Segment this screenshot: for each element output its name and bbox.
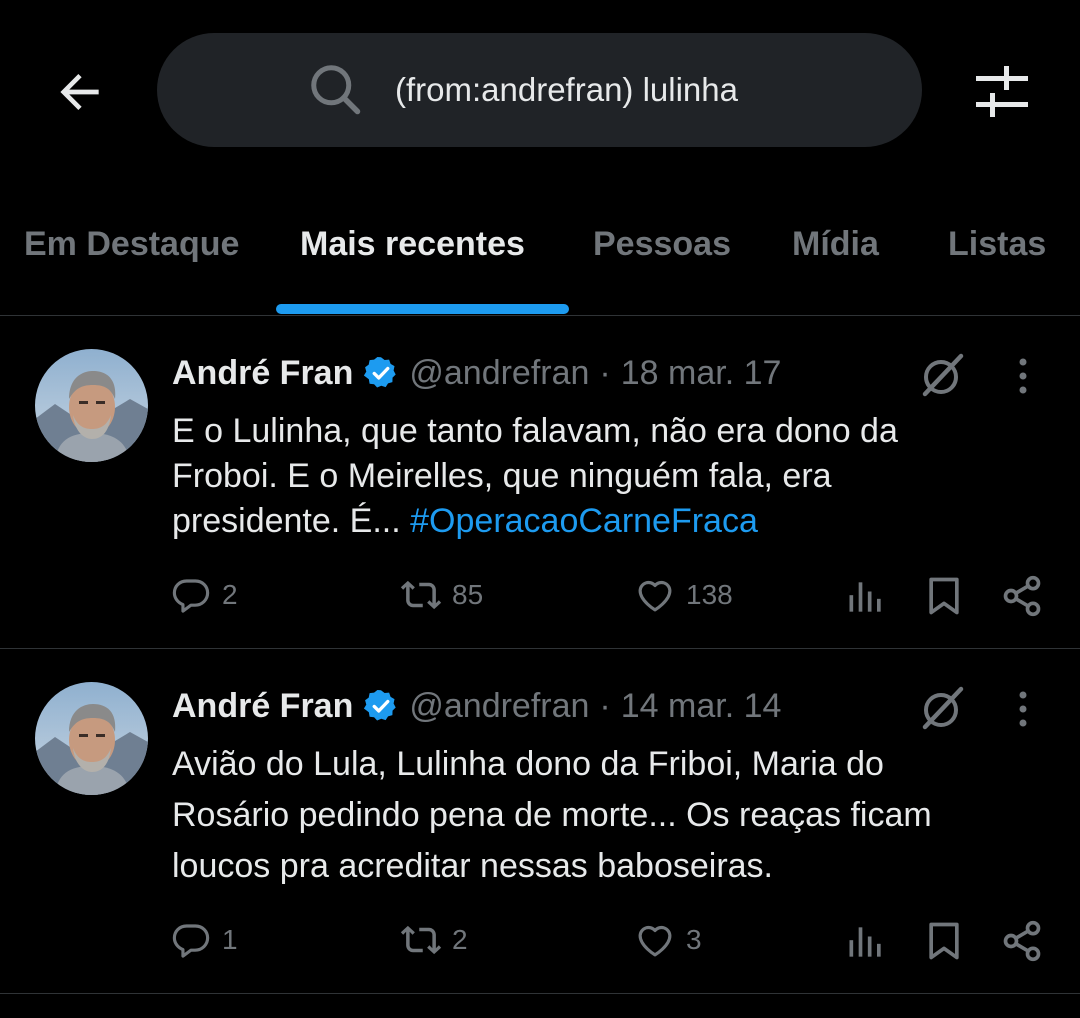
reply-button[interactable]: 1 [170, 919, 238, 961]
verified-badge-icon [364, 689, 397, 721]
share-icon[interactable] [1000, 574, 1044, 618]
tab-mais-recentes[interactable]: Mais recentes [300, 225, 525, 264]
post-date[interactable]: 14 mar. 14 [621, 687, 782, 726]
avatar-photo [35, 682, 148, 795]
hashtag-link[interactable]: #OperacaoCarneFraca [410, 502, 758, 540]
post-header: André Fran @andrefran · 14 mar. 14 [172, 684, 781, 728]
reply-icon [172, 924, 210, 958]
avatar[interactable] [35, 349, 148, 462]
separator-dot: · [599, 686, 611, 725]
like-icon [638, 580, 672, 612]
repost-button[interactable]: 2 [400, 919, 468, 961]
post[interactable]: André Fran @andrefran · 14 mar. 14 Avião… [0, 649, 1080, 993]
like-button[interactable]: 3 [634, 919, 702, 961]
search-header: (from:andrefran) lulinha [0, 0, 1080, 180]
search-tabs: Em Destaque Mais recentes Pessoas Mídia … [0, 200, 1080, 316]
post-date[interactable]: 18 mar. 17 [621, 354, 782, 393]
repost-count: 2 [452, 924, 468, 955]
author-handle[interactable]: @andrefran [409, 354, 589, 393]
post-text-line: presidente. É... #OperacaoCarneFraca [172, 499, 1012, 544]
post-text: Avião do Lula, Lulinha dono da Friboi, M… [172, 739, 1012, 892]
post-text-line: E o Lulinha, que tanto falavam, não era … [172, 412, 898, 450]
like-button[interactable]: 138 [634, 574, 733, 616]
reply-count: 1 [222, 924, 238, 955]
reply-button[interactable]: 2 [170, 574, 238, 616]
post[interactable]: André Fran @andrefran · 18 mar. 17 E o L… [0, 316, 1080, 648]
search-icon [311, 65, 361, 115]
post-text: E o Lulinha, que tanto falavam, não era … [172, 409, 1012, 544]
search-query-text: (from:andrefran) lulinha [395, 71, 738, 108]
repost-icon [400, 925, 442, 955]
back-button[interactable] [50, 62, 110, 122]
filter-sliders-icon [976, 66, 1028, 117]
divider [0, 993, 1080, 994]
back-arrow-icon [60, 74, 99, 110]
post-text-line: Froboi. E o Meirelles, que ninguém fala,… [172, 457, 832, 495]
repost-icon [400, 580, 442, 610]
post-text-fragment: presidente. É... [172, 502, 401, 540]
verified-badge-icon [364, 356, 397, 388]
like-count: 138 [686, 579, 733, 610]
grok-icon[interactable] [917, 683, 967, 733]
more-vertical-icon[interactable] [1010, 356, 1036, 396]
tab-midia[interactable]: Mídia [792, 225, 879, 264]
post-text-line: Rosário pedindo pena de morte... Os reaç… [172, 796, 932, 834]
avatar[interactable] [35, 682, 148, 795]
active-tab-indicator [276, 304, 569, 314]
tab-listas[interactable]: Listas [948, 225, 1046, 264]
author-handle[interactable]: @andrefran [409, 687, 589, 726]
reply-icon [172, 579, 210, 613]
repost-button[interactable]: 85 [400, 574, 483, 616]
separator-dot: · [599, 353, 611, 392]
post-text-line: loucos pra acreditar nessas baboseiras. [172, 847, 773, 885]
search-filters-button[interactable] [970, 60, 1034, 124]
avatar-photo [35, 349, 148, 462]
views-icon[interactable] [844, 920, 888, 964]
like-icon [638, 925, 672, 957]
grok-icon[interactable] [917, 350, 967, 400]
reply-count: 2 [222, 579, 238, 610]
tab-em-destaque[interactable]: Em Destaque [24, 225, 239, 264]
post-text-line: Avião do Lula, Lulinha dono da Friboi, M… [172, 745, 884, 783]
share-icon[interactable] [1000, 919, 1044, 963]
bookmark-icon[interactable] [922, 919, 966, 963]
more-vertical-icon[interactable] [1010, 689, 1036, 729]
post-header: André Fran @andrefran · 18 mar. 17 [172, 351, 781, 395]
bookmark-icon[interactable] [922, 574, 966, 618]
author-name[interactable]: André Fran [172, 354, 353, 393]
repost-count: 85 [452, 579, 484, 610]
like-count: 3 [686, 924, 702, 955]
tab-pessoas[interactable]: Pessoas [593, 225, 731, 264]
views-icon[interactable] [844, 575, 888, 619]
search-input[interactable]: (from:andrefran) lulinha [157, 33, 922, 147]
author-name[interactable]: André Fran [172, 687, 353, 726]
